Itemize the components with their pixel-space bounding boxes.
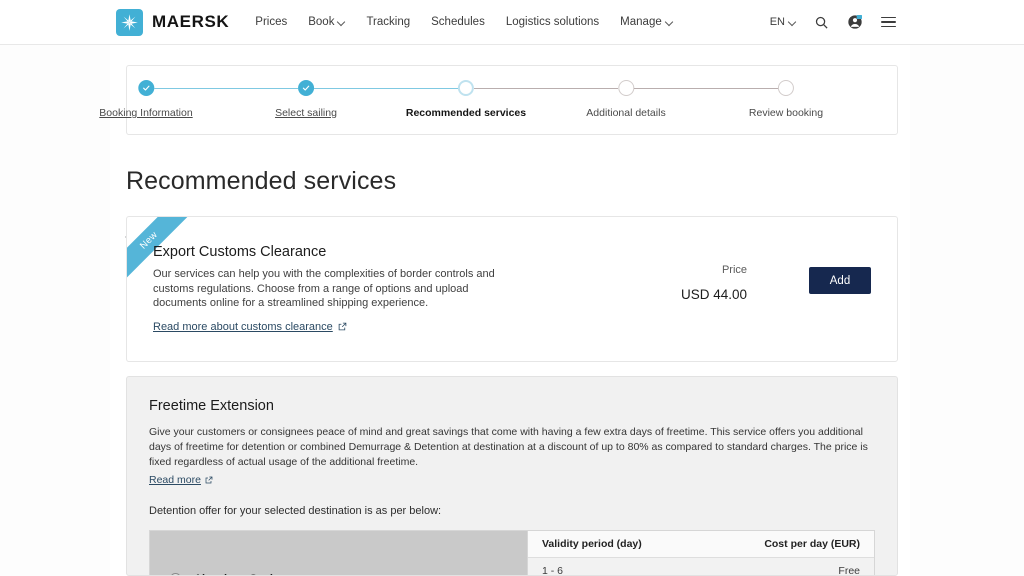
- column-header-validity-period: Validity period (day): [542, 538, 740, 550]
- nav-item-tracking[interactable]: Tracking: [366, 16, 410, 28]
- rates-column: Validity period (day) Cost per day (EUR)…: [527, 531, 874, 576]
- external-link-icon: [205, 476, 213, 484]
- step-status-todo-icon: [618, 80, 634, 96]
- cell-validity-period: 1 - 6: [542, 565, 740, 576]
- table-row: 1 - 6 Free: [528, 558, 874, 576]
- destination-column: Algeciras, Spain: [150, 531, 527, 576]
- external-link-icon: [338, 322, 347, 331]
- price-block: Price USD 44.00: [637, 264, 747, 302]
- link-label: Read more about customs clearance: [153, 321, 333, 333]
- maersk-star-icon: [116, 9, 143, 36]
- hamburger-menu-icon[interactable]: [881, 17, 896, 27]
- table-header-row: Validity period (day) Cost per day (EUR): [528, 531, 874, 558]
- language-label: EN: [770, 16, 785, 28]
- add-service-button[interactable]: Add: [809, 267, 871, 294]
- page-title: Recommended services: [126, 167, 396, 196]
- nav-label: Schedules: [431, 16, 485, 28]
- detention-offer-table: Algeciras, Spain Validity period (day) C…: [149, 530, 875, 576]
- nav-label: Prices: [255, 16, 287, 28]
- nav-item-manage[interactable]: Manage: [620, 16, 673, 28]
- chevron-down-icon: [666, 19, 673, 26]
- page-content: Booking Information Select sailing Recom…: [110, 45, 910, 576]
- booking-stepper: Booking Information Select sailing Recom…: [126, 65, 898, 135]
- stepper-connector-2: [314, 88, 458, 90]
- app-root: MAERSK Prices Book Tracking Schedules Lo…: [0, 0, 1024, 576]
- language-selector[interactable]: EN: [770, 16, 796, 28]
- step-label: Recommended services: [406, 107, 526, 119]
- service-card-export-customs-clearance: New Export Customs Clearance Our service…: [126, 216, 898, 362]
- nav-label: Book: [308, 16, 334, 28]
- link-label: Read more: [149, 474, 201, 486]
- brand-wordmark: MAERSK: [152, 12, 229, 32]
- price-value: USD 44.00: [637, 287, 747, 302]
- step-label: Additional details: [586, 107, 665, 119]
- chevron-down-icon: [338, 19, 345, 26]
- stepper-connector-1: [154, 88, 298, 90]
- step-status-todo-icon: [778, 80, 794, 96]
- service-title: Freetime Extension: [149, 398, 875, 414]
- site-header: MAERSK Prices Book Tracking Schedules Lo…: [0, 0, 1024, 45]
- step-additional-details[interactable]: Additional details: [586, 80, 665, 119]
- nav-label: Tracking: [366, 16, 410, 28]
- chevron-down-icon: [789, 19, 796, 26]
- step-booking-information[interactable]: Booking Information: [99, 80, 192, 119]
- service-description: Our services can help you with the compl…: [153, 267, 503, 311]
- nav-label: Manage: [620, 16, 662, 28]
- service-title: Export Customs Clearance: [153, 244, 871, 260]
- read-more-freetime-link[interactable]: Read more: [149, 474, 213, 486]
- header-actions: EN: [770, 14, 896, 30]
- step-status-current-icon: [458, 80, 474, 96]
- detention-offer-subheading: Detention offer for your selected destin…: [149, 505, 875, 517]
- step-status-done-icon: [298, 80, 314, 96]
- cell-cost-per-day: Free: [740, 565, 860, 576]
- step-recommended-services[interactable]: Recommended services: [406, 80, 526, 119]
- read-more-customs-clearance-link[interactable]: Read more about customs clearance: [153, 321, 347, 333]
- nav-label: Logistics solutions: [506, 16, 599, 28]
- brand-logo[interactable]: MAERSK: [116, 9, 229, 36]
- main-nav: Prices Book Tracking Schedules Logistics…: [255, 16, 672, 28]
- stepper-connector-3: [474, 88, 618, 90]
- nav-item-prices[interactable]: Prices: [255, 16, 287, 28]
- account-icon[interactable]: [847, 14, 863, 30]
- stepper-connector-4: [634, 88, 778, 90]
- step-select-sailing[interactable]: Select sailing: [275, 80, 337, 119]
- search-icon[interactable]: [814, 15, 829, 30]
- price-label: Price: [637, 264, 747, 276]
- step-status-done-icon: [138, 80, 154, 96]
- service-card-freetime-extension: Freetime Extension Give your customers o…: [126, 376, 898, 576]
- step-label: Select sailing: [275, 107, 337, 119]
- column-header-cost-per-day: Cost per day (EUR): [740, 538, 860, 550]
- step-label: Review booking: [749, 107, 823, 119]
- nav-item-book[interactable]: Book: [308, 16, 345, 28]
- step-label: Booking Information: [99, 107, 192, 119]
- nav-item-logistics-solutions[interactable]: Logistics solutions: [506, 16, 599, 28]
- step-review-booking[interactable]: Review booking: [749, 80, 823, 119]
- service-description: Give your customers or consignees peace …: [149, 425, 875, 470]
- nav-item-schedules[interactable]: Schedules: [431, 16, 485, 28]
